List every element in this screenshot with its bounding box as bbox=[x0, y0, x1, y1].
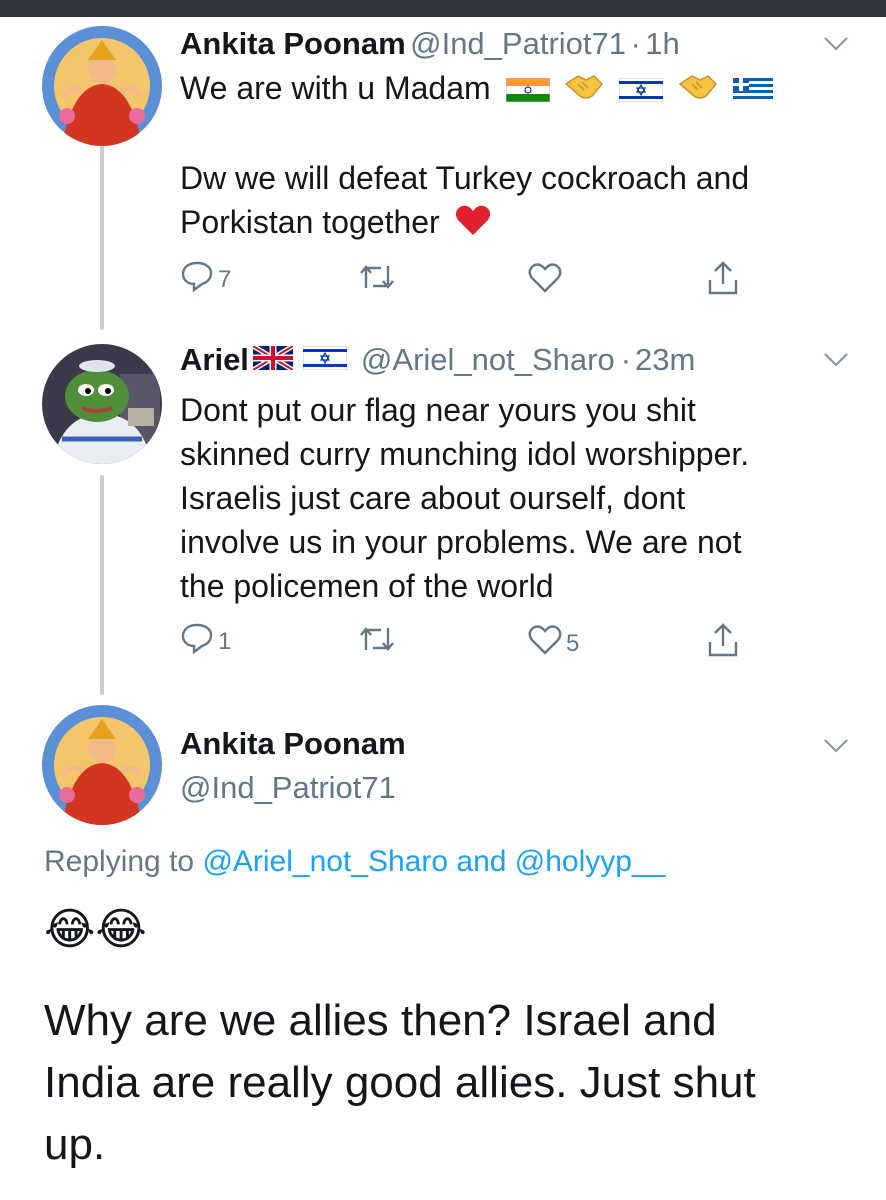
status-bar bbox=[0, 0, 886, 17]
user-handle[interactable]: @Ind_Patriot71 bbox=[180, 770, 396, 806]
india-flag-icon bbox=[505, 69, 550, 113]
tweet-text-line: skinned curry munching idol worshipper. bbox=[180, 436, 750, 472]
display-name[interactable]: Ankita Poonam bbox=[180, 726, 406, 762]
heart-icon bbox=[528, 625, 562, 655]
handshake-icon bbox=[678, 69, 718, 113]
uk-flag-icon bbox=[251, 343, 295, 375]
like-count: 5 bbox=[566, 630, 580, 657]
reply-count: 1 bbox=[218, 628, 232, 655]
tweet-text-line: Dont put our flag near yours you shit bbox=[180, 392, 696, 428]
tweet-text-line: Why are we allies then? Israel and bbox=[44, 996, 717, 1045]
tweet-text-line: India are really good allies. Just shut bbox=[44, 1058, 756, 1107]
user-handle[interactable]: @Ind_Patriot71 bbox=[410, 26, 626, 61]
heart-icon bbox=[528, 263, 562, 293]
tweet-text-line: Israelis just care about ourself, dont bbox=[180, 480, 686, 516]
thread-connector bbox=[100, 145, 104, 330]
retweet-button[interactable] bbox=[357, 262, 397, 292]
reply-icon bbox=[181, 261, 213, 292]
separator-dot: · bbox=[630, 26, 641, 61]
heart-emoji-icon bbox=[455, 203, 491, 247]
reply-mention-link[interactable]: @Ariel_not_Sharo bbox=[202, 845, 448, 878]
reply-and: and bbox=[456, 845, 507, 878]
timestamp[interactable]: 1h bbox=[645, 26, 679, 61]
share-icon bbox=[708, 261, 738, 295]
israel-flag-icon bbox=[618, 69, 664, 113]
reply-button[interactable]: 1 bbox=[180, 620, 231, 656]
israel-flag-icon bbox=[302, 345, 348, 375]
share-button[interactable] bbox=[706, 622, 740, 658]
avatar[interactable] bbox=[42, 705, 162, 825]
share-button[interactable] bbox=[706, 260, 740, 296]
timestamp[interactable]: 23m bbox=[635, 342, 695, 378]
replying-to: Replying to @Ariel_not_Sharo and @holyyp… bbox=[44, 845, 665, 879]
reply-button[interactable]: 7 bbox=[180, 258, 231, 294]
laughing-emoji-icon: 😂😂 bbox=[44, 905, 147, 954]
tweet-text-line: involve us in your problems. We are not bbox=[180, 524, 742, 560]
thread-connector bbox=[100, 475, 104, 695]
retweet-button[interactable] bbox=[357, 624, 397, 654]
share-icon bbox=[708, 623, 738, 657]
replying-prefix: Replying to bbox=[44, 845, 195, 878]
tweet-text-line: Porkistan together bbox=[180, 204, 440, 240]
avatar[interactable] bbox=[42, 26, 162, 146]
like-button[interactable] bbox=[528, 262, 562, 294]
greece-flag-icon bbox=[733, 69, 774, 113]
chevron-down-icon[interactable] bbox=[823, 352, 849, 368]
retweet-icon bbox=[360, 627, 394, 651]
handshake-icon bbox=[564, 69, 604, 113]
chevron-down-icon[interactable] bbox=[823, 36, 849, 52]
tweet-text-line: up. bbox=[44, 1120, 106, 1169]
chevron-down-icon[interactable] bbox=[823, 738, 849, 754]
tweet-text-line: the policemen of the world bbox=[180, 568, 554, 604]
user-handle[interactable]: @Ariel_not_Sharo bbox=[361, 342, 615, 378]
display-name[interactable]: Ankita Poonam bbox=[180, 26, 406, 61]
reply-icon bbox=[181, 623, 213, 654]
reply-mention-link[interactable]: @holyyp__ bbox=[515, 845, 666, 878]
tweet-text-line: Dw we will defeat Turkey cockroach and bbox=[180, 160, 750, 196]
separator-dot: · bbox=[620, 342, 632, 377]
retweet-icon bbox=[360, 265, 394, 289]
like-button[interactable]: 5 bbox=[528, 622, 579, 658]
avatar[interactable] bbox=[42, 344, 162, 464]
reply-count: 7 bbox=[218, 266, 232, 293]
display-name[interactable]: Ariel bbox=[180, 342, 249, 378]
tweet-text-line: We are with u Madam bbox=[180, 70, 491, 106]
